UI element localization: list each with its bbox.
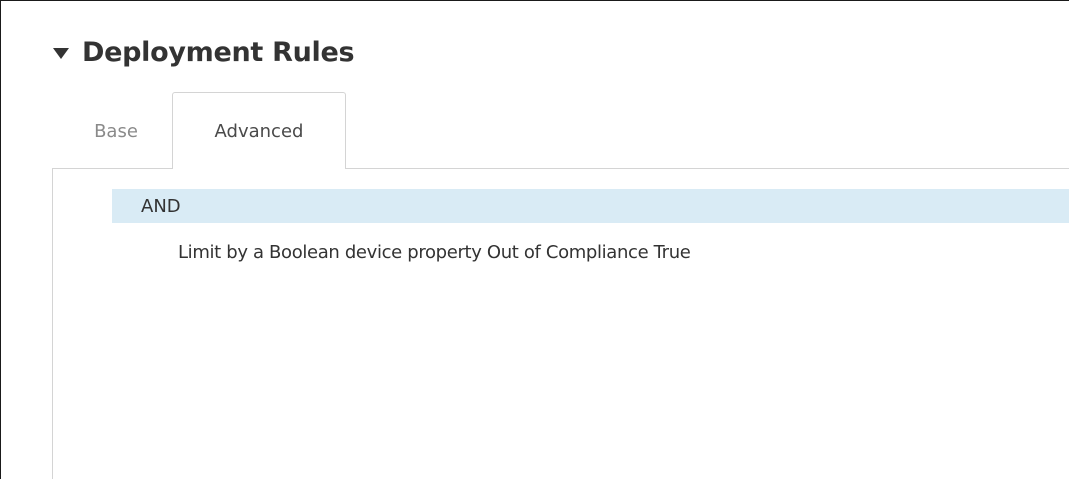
section-header[interactable]: Deployment Rules [53,34,355,70]
tab-advanced[interactable]: Advanced [172,92,346,169]
rule-item[interactable]: Limit by a Boolean device property Out o… [178,235,691,269]
tab-base[interactable]: Base [64,96,168,166]
caret-down-icon[interactable] [53,47,69,59]
section-title: Deployment Rules [82,36,355,68]
rule-group-operator[interactable]: AND [112,189,1069,223]
